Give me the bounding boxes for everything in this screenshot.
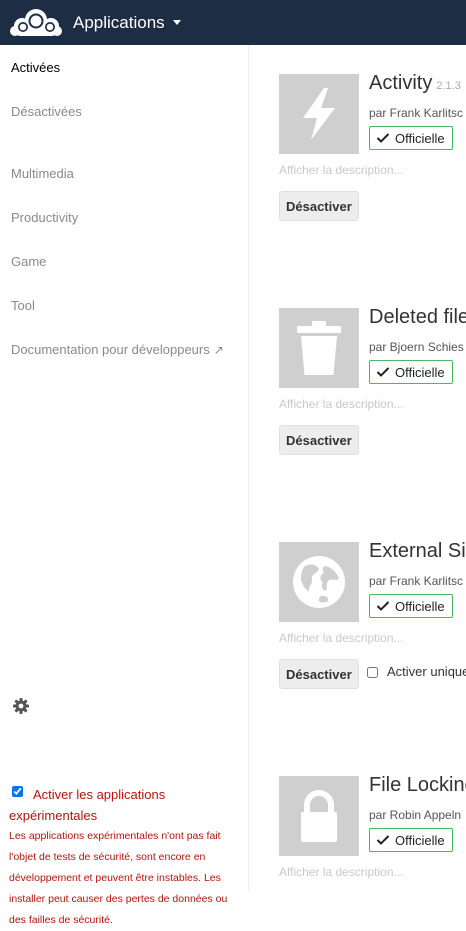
experimental-apps-warning: Les applications expérimentales n'ont pa… [9,830,228,926]
checkmark-icon [376,835,390,845]
globe-icon [293,556,345,608]
owncloud-logo[interactable] [10,7,62,37]
official-badge: Officielle [369,360,453,384]
checkmark-icon [376,601,390,611]
lightning-icon [303,88,335,140]
header-bar: Applications [0,0,466,45]
show-description-link[interactable]: Afficher la description... [279,163,404,177]
app-author: par Frank Karlitsc [369,574,464,588]
app-name: Activity 2.1.3 [369,72,461,94]
app-author: par Robin Appeln [369,808,462,822]
trash-icon [297,321,341,375]
sidebar: Activées Désactivées Multimedia Producti… [0,45,249,926]
disable-button[interactable]: Désactiver [279,425,359,455]
enable-for-groups-checkbox[interactable] [367,667,378,678]
developer-docs-label: Documentation pour développeurs [11,342,210,357]
checkmark-icon [376,133,390,143]
caret-down-icon [172,20,181,25]
sidebar-item-productivity[interactable]: Productivity [11,210,78,225]
app-author: par Bjoern Schies [369,340,464,354]
enable-for-groups-label[interactable]: Activer unique [387,664,466,679]
app-menu-toggle[interactable]: Applications [73,0,181,45]
sidebar-item-tool[interactable]: Tool [11,298,35,313]
sidebar-item-multimedia[interactable]: Multimedia [11,166,74,181]
show-description-link[interactable]: Afficher la description... [279,397,404,411]
sidebar-item-developer-docs[interactable]: Documentation pour développeurs ↗ [11,342,224,357]
experimental-apps-label[interactable]: Activer les applications expérimentales [9,784,179,826]
app-name: File Locking [369,774,466,796]
app-icon-activity [279,74,359,154]
sidebar-item-game[interactable]: Game [11,254,46,269]
app-icon-external-sites [279,542,359,622]
app-name: External Sit [369,540,466,562]
gear-icon[interactable] [12,697,30,715]
sidebar-item-disabled[interactable]: Désactivées [11,104,82,119]
official-badge: Officielle [369,126,453,150]
show-description-link[interactable]: Afficher la description... [279,865,404,879]
external-link-arrow-icon: ↗ [213,343,224,357]
app-icon-file-locking [279,776,359,856]
disable-button[interactable]: Désactiver [279,191,359,221]
lock-icon [301,790,337,842]
app-version: 2.1.3 [436,80,461,92]
app-icon-deleted-files [279,308,359,388]
show-description-link[interactable]: Afficher la description... [279,631,404,645]
sidebar-item-enabled[interactable]: Activées [11,60,60,75]
app-menu-label: Applications [73,12,165,32]
apps-list: Activity 2.1.3 par Frank Karlitsc Officie… [249,45,466,891]
checkmark-icon [376,367,390,377]
official-badge: Officielle [369,594,453,618]
official-badge: Officielle [369,828,453,852]
app-author: par Frank Karlitsc [369,106,464,120]
disable-button[interactable]: Désactiver [279,659,359,689]
app-name: Deleted file [369,306,466,328]
